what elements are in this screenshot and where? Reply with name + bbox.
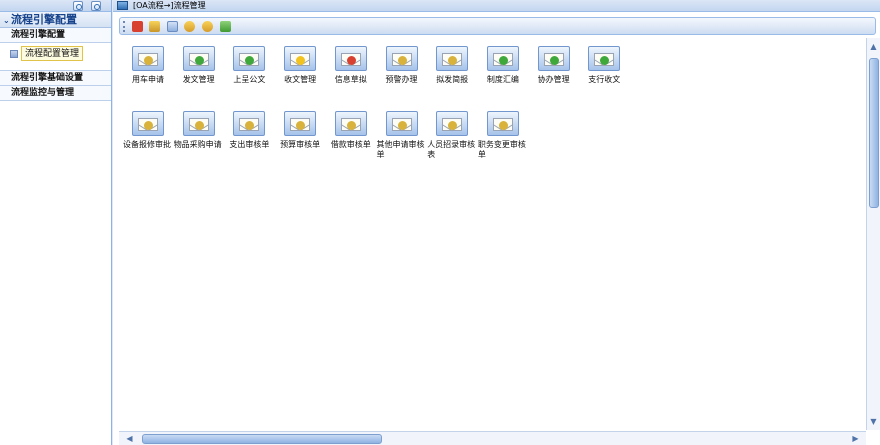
- workflow-icon: [334, 46, 367, 71]
- badge-icon: [397, 121, 407, 130]
- sidebar-item-monitor[interactable]: 流程监控与管理: [0, 86, 111, 101]
- workflow-icon: [537, 46, 570, 71]
- sidebar-item-engine-config[interactable]: 流程引擎配置: [0, 28, 111, 43]
- workflow-icon: [284, 111, 317, 136]
- badge-icon: [346, 56, 356, 65]
- sidebar-item-engine-basic[interactable]: 流程引擎基础设置: [0, 71, 111, 86]
- refresh-icon[interactable]: [73, 1, 83, 11]
- badge-icon: [194, 56, 204, 65]
- workflow-icon-label: 用车申请: [132, 75, 164, 84]
- workflow-icon-label: 收文管理: [284, 75, 317, 84]
- badge-icon: [144, 56, 153, 65]
- back-icon[interactable]: [184, 21, 195, 32]
- workflow-icon-label: 拟发简报: [436, 75, 469, 84]
- window-icon: [117, 1, 128, 10]
- forward-icon[interactable]: [149, 21, 160, 32]
- workflow-icon: [486, 46, 519, 71]
- workflow-icon: [486, 111, 519, 136]
- workflow-icon-label: 其他申请审核单: [376, 140, 425, 159]
- workflow-icon-label: 预算审核单: [280, 140, 321, 149]
- panel-title: [OA流程→]流程管理: [133, 1, 206, 10]
- panel-title-bar: [OA流程→]流程管理: [113, 0, 880, 12]
- badge-icon: [498, 121, 508, 130]
- workflow-icon: [334, 111, 367, 136]
- sidebar-item-flow-config[interactable]: 流程配置管理: [0, 43, 111, 71]
- workflow-icon: [385, 46, 418, 71]
- badge-icon: [144, 121, 153, 130]
- collapse-icon[interactable]: [91, 1, 101, 11]
- scroll-up-icon[interactable]: ▲: [869, 42, 878, 51]
- workflow-icon-label: 上呈公文: [233, 75, 266, 84]
- scroll-thumb[interactable]: [869, 58, 879, 208]
- icon-grid: 用车申请 发文管理 上呈公文 收文管理 信息草拟 预警办理 拟发简报 制度汇编 协办管理 支行收文…: [119, 38, 865, 430]
- toolbar-grip[interactable]: [123, 21, 125, 32]
- workflow-icon-label: 职务变更审核单: [477, 140, 526, 159]
- workflow-icon: [132, 111, 164, 136]
- edit-icon[interactable]: [220, 21, 231, 32]
- sidebar-group-title: 流程引擎配置: [11, 13, 77, 26]
- main-panel: [OA流程→]流程管理 用车申请 发文管理 上呈公文 收文管理 信息草拟 预警办理 拟发简报…: [113, 0, 880, 445]
- next-icon[interactable]: [202, 21, 213, 32]
- scroll-left-icon[interactable]: ◀: [125, 434, 134, 443]
- scroll-thumb-horizontal[interactable]: [142, 434, 382, 444]
- badge-icon: [194, 121, 204, 130]
- workflow-icon: [436, 46, 469, 71]
- workflow-icon-label: 协办管理: [537, 75, 570, 84]
- scroll-down-icon[interactable]: ▼: [869, 417, 878, 426]
- toolbar: [119, 17, 876, 35]
- workflow-icon: [182, 46, 215, 71]
- workflow-icon-label: 支行收文: [588, 75, 621, 84]
- workflow-icon-label: 物品采购申请: [173, 140, 222, 149]
- sidebar-toolbar: [0, 0, 111, 12]
- document-icon: [10, 50, 18, 58]
- scroll-right-icon[interactable]: ▶: [851, 434, 860, 443]
- grid-icon[interactable]: [167, 21, 178, 32]
- badge-icon: [498, 56, 508, 65]
- horizontal-scrollbar[interactable]: ◀ ▶: [119, 431, 866, 445]
- workflow-icon-label: 制度汇编: [486, 75, 519, 84]
- workflow-icon: [233, 46, 266, 71]
- badge-icon: [549, 56, 559, 65]
- workflow-icon: [284, 46, 317, 71]
- workflow-icon-label: 支出审核单: [229, 140, 270, 149]
- workflow-icon: [385, 111, 418, 136]
- workflow-icon-label: 借款审核单: [330, 140, 371, 149]
- workflow-icon: [436, 111, 469, 136]
- workflow-icon-label: 信息草拟: [334, 75, 367, 84]
- badge-icon: [346, 121, 356, 130]
- workflow-icon: [132, 46, 164, 71]
- workflow-icon-label: 预警办理: [385, 75, 418, 84]
- sidebar-group-header[interactable]: ⌄流程引擎配置: [0, 12, 111, 28]
- stop-icon[interactable]: [132, 21, 143, 32]
- workflow-icon: [182, 111, 215, 136]
- workflow-icon: [588, 46, 621, 71]
- workflow-icon-label: 人员招录审核表: [427, 140, 476, 159]
- sidebar: ⌄流程引擎配置 流程引擎配置 流程配置管理 流程引擎基础设置 流程监控与管理: [0, 0, 112, 445]
- chevron-down-icon: ⌄: [3, 16, 10, 25]
- vertical-scrollbar[interactable]: ▲ ▼: [866, 38, 880, 430]
- workflow-icon: [233, 111, 266, 136]
- sidebar-item-label: 流程配置管理: [21, 46, 84, 61]
- badge-icon: [397, 56, 407, 65]
- workflow-icon-label: 设备报修审批: [123, 140, 171, 149]
- workflow-icon-label: 发文管理: [182, 75, 215, 84]
